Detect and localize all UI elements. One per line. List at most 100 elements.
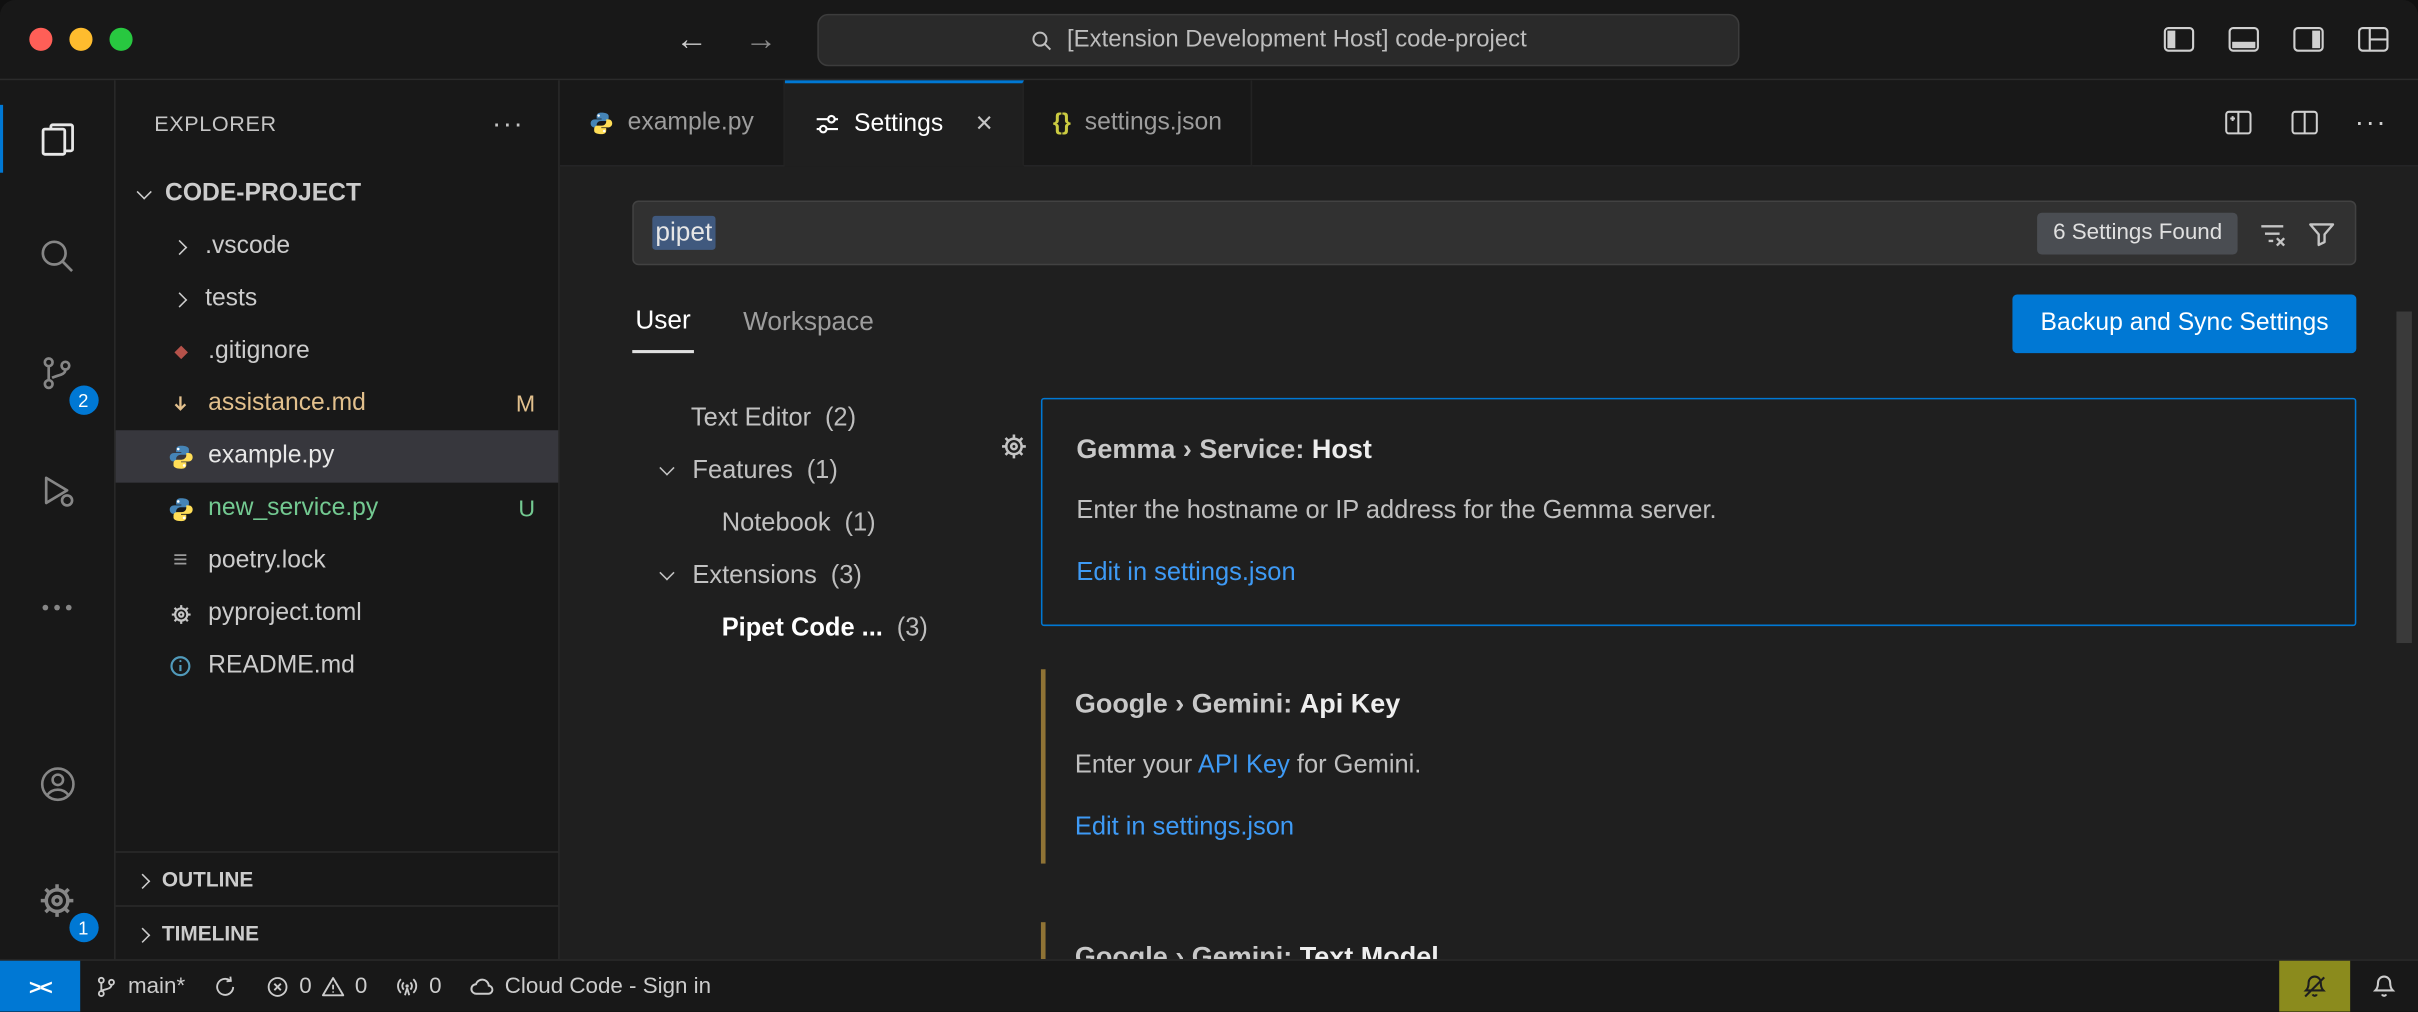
maximize-window-button[interactable] [109,28,132,51]
gear-icon [37,881,77,921]
error-icon [265,974,290,999]
setting-name: Api Key [1300,688,1400,719]
chevron-down-icon [654,572,679,578]
activity-source-control[interactable]: 2 [0,315,115,432]
python-icon [167,443,195,471]
tree-item-tests[interactable]: tests [116,273,559,325]
close-window-button[interactable] [29,28,52,51]
search-query-text: pipet [652,216,715,250]
notifications-item[interactable] [2350,961,2418,1012]
gear-icon [167,600,195,628]
file-label: pyproject.toml [208,600,362,628]
source-control-branch-icon [37,353,77,393]
edit-in-settings-json-link[interactable]: Edit in settings.json [1075,808,2323,845]
results-count-badge: 6 Settings Found [2038,212,2238,254]
warning-icon [321,974,346,999]
toc-extensions[interactable]: Extensions (3) [632,549,999,601]
ports-item[interactable]: 0 [381,961,455,1012]
activity-accounts[interactable] [0,725,115,842]
clear-search-filters-icon[interactable] [2258,218,2287,247]
branch-status-item[interactable]: main* [80,961,199,1012]
tree-item-readme-md[interactable]: README.md [116,640,559,692]
tree-item-gitignore[interactable]: .gitignore [116,325,559,377]
tree-item-pyproject-toml[interactable]: pyproject.toml [116,588,559,640]
explorer-more-actions-icon[interactable]: ··· [492,107,524,139]
scope-tab-workspace[interactable]: Workspace [740,297,877,351]
file-label: tests [205,285,257,313]
activity-more-views[interactable] [0,549,115,666]
setting-google-gemini-api-key[interactable]: Google › Gemini: Api Key Enter your API … [1041,654,2356,879]
tab-settings-json[interactable]: {} settings.json [1024,80,1253,166]
settings-search-input[interactable]: pipet 6 Settings Found [632,200,2356,265]
tab-label: settings.json [1085,109,1222,137]
tree-item-assistance-md[interactable]: assistance.md M [116,378,559,430]
close-tab-icon[interactable]: × [976,107,993,141]
cloud-code-item[interactable]: Cloud Code - Sign in [455,961,725,1012]
tree-item-poetry-lock[interactable]: ≡ poetry.lock [116,535,559,587]
editor-scrollbar[interactable] [2396,312,2411,644]
toggle-sidebar-right-icon[interactable] [2292,22,2326,56]
toc-text-editor[interactable]: Text Editor (2) [632,392,999,444]
cloud-code-label: Cloud Code - Sign in [505,974,711,999]
scope-tab-user[interactable]: User [632,295,694,352]
minimize-window-button[interactable] [69,28,92,51]
setting-category: Gemma › Service: [1076,433,1304,464]
toggle-panel-bottom-icon[interactable] [2227,22,2261,56]
open-changes-icon[interactable] [2222,106,2254,138]
backup-sync-settings-button[interactable]: Backup and Sync Settings [2013,295,2357,354]
setting-gemma-service-host[interactable]: Gemma › Service: Host Enter the hostname… [1041,398,2356,626]
toc-count: (1) [845,508,876,537]
toc-pipet-code[interactable]: Pipet Code ... (3) [632,601,999,653]
activity-search[interactable] [0,197,115,314]
api-key-link[interactable]: API Key [1198,751,1290,779]
timeline-section-header[interactable]: TIMELINE [116,905,559,959]
chevron-down-icon [654,467,679,473]
toc-features[interactable]: Features (1) [632,444,999,496]
tab-example-py[interactable]: example.py [560,80,785,166]
python-icon [589,110,614,135]
ports-count: 0 [429,974,441,999]
outline-section-header[interactable]: OUTLINE [116,851,559,905]
back-arrow-icon[interactable]: ← [675,21,707,58]
root-label: CODE-PROJECT [165,180,361,208]
file-label: .vscode [205,233,290,261]
customize-layout-icon[interactable] [2356,22,2390,56]
toggle-sidebar-left-icon[interactable] [2162,22,2196,56]
remote-indicator[interactable]: >< [0,961,80,1012]
do-not-disturb-item[interactable] [2279,961,2350,1012]
warning-count: 0 [355,974,367,999]
tree-item-vscode[interactable]: .vscode [116,221,559,273]
problems-item[interactable]: 0 0 [251,961,381,1012]
settings-badge: 1 [69,913,98,942]
setting-description: Enter the hostname or IP address for the… [1076,492,2320,529]
tree-item-example-py[interactable]: example.py [116,430,559,482]
setting-google-gemini-text-model[interactable]: Google › Gemini: Text Model [1041,907,2356,959]
forward-arrow-icon[interactable]: → [745,21,777,58]
command-center[interactable]: [Extension Development Host] code-projec… [817,14,1739,66]
sync-changes-item[interactable] [199,961,251,1012]
split-editor-icon[interactable] [2289,106,2321,138]
edit-in-settings-json-link[interactable]: Edit in settings.json [1076,554,2320,591]
timeline-label: TIMELINE [162,921,259,944]
tab-label: example.py [628,109,754,137]
radio-tower-icon [395,974,420,999]
cloud-icon [469,973,495,999]
activity-explorer[interactable] [0,80,115,197]
chevron-right-icon [167,294,192,305]
setting-name: Host [1312,433,1372,464]
filter-icon[interactable] [2307,218,2336,247]
more-actions-icon[interactable]: ··· [2355,106,2387,138]
search-icon [1030,29,1053,52]
tree-item-new-service-py[interactable]: new_service.py U [116,483,559,535]
gear-icon[interactable] [999,432,1028,461]
activity-settings[interactable]: 1 [0,842,115,959]
tab-settings[interactable]: Settings × [785,80,1024,166]
toc-label: Text Editor [691,403,811,432]
activity-run-debug[interactable] [0,432,115,549]
git-status-badge: U [518,496,535,522]
branch-icon [94,974,119,999]
setting-category: Google › Gemini: [1075,941,1292,960]
run-debug-icon [37,470,77,510]
toc-notebook[interactable]: Notebook (1) [632,497,999,549]
tree-root-code-project[interactable]: CODE-PROJECT [116,168,559,220]
